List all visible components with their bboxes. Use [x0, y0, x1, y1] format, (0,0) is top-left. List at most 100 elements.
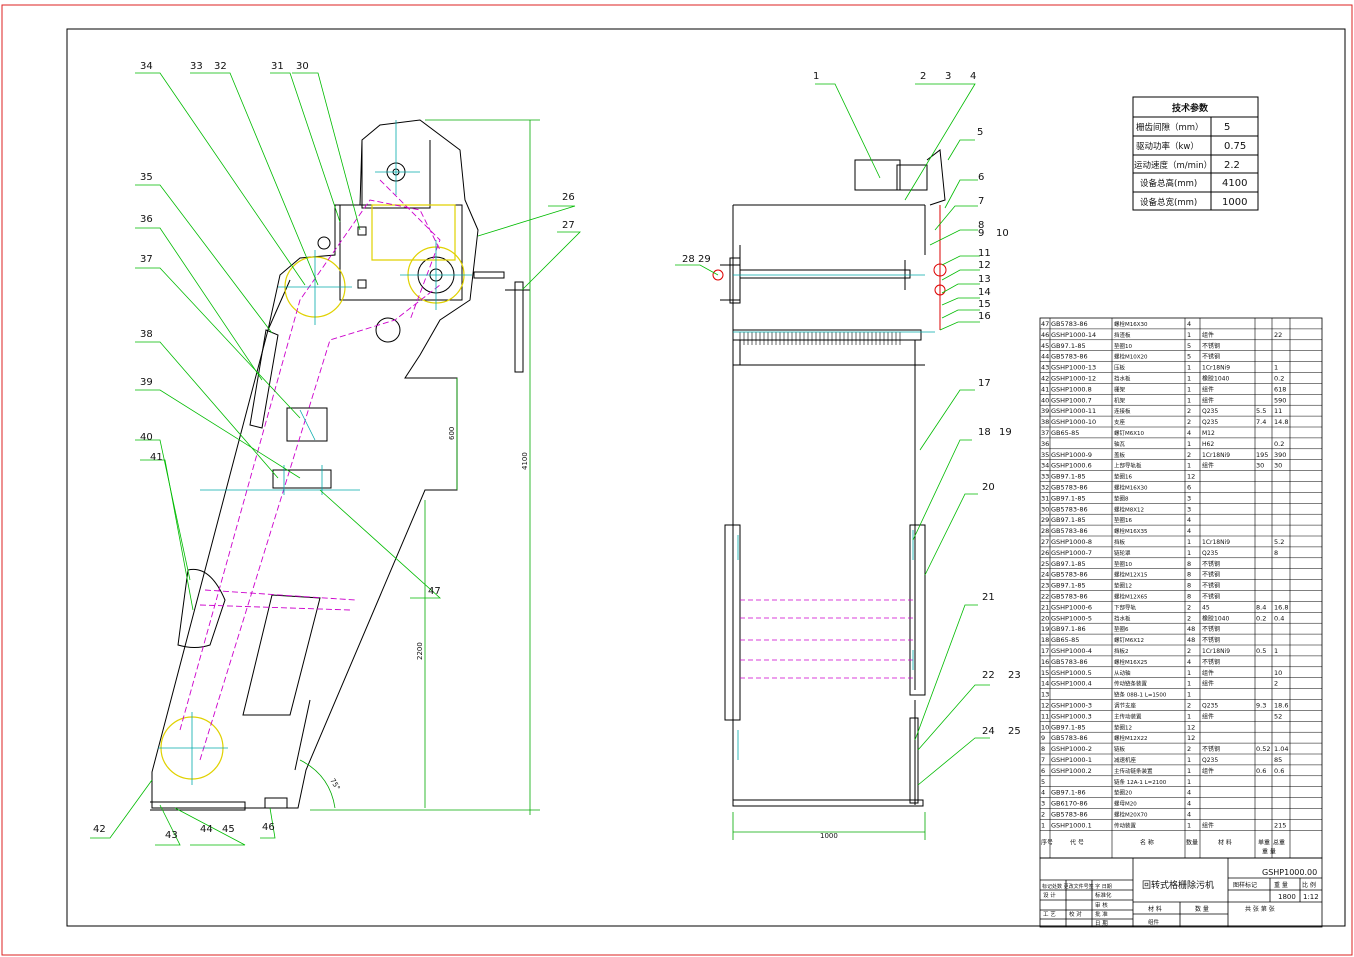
- bom-cell-qty: 4: [1187, 658, 1191, 666]
- bom-cell-code: GSHP1000.6: [1051, 462, 1092, 470]
- balloon-24: 24: [982, 726, 995, 737]
- count-label: 数 量: [1195, 905, 1209, 913]
- balloon-30: 30: [296, 61, 309, 72]
- tech-params-title: 技术参数: [1172, 102, 1209, 114]
- bom-cell-code: GB5783-86: [1051, 658, 1088, 666]
- balloon-38: 38: [140, 329, 153, 340]
- bom-cell-no: 4: [1041, 789, 1045, 797]
- tech-value-2: 2.2: [1224, 160, 1240, 171]
- balloon-33: 33: [190, 61, 203, 72]
- bom-cell-qty: 4: [1187, 800, 1191, 808]
- bom-cell-name: 螺栓M12X65: [1114, 593, 1148, 601]
- bom-cell-name: 链条 08B-1 L=1500: [1114, 691, 1167, 699]
- tech-value-3: 4100: [1222, 178, 1247, 189]
- bom-cell-name: 链条 12A-1 L=2100: [1114, 778, 1167, 786]
- bom-cell-name: 挡板2: [1114, 647, 1129, 655]
- balloon-13: 13: [978, 274, 991, 285]
- bom-cell-name: 垫圈8: [1114, 494, 1129, 502]
- bom-cell-qty: 1: [1187, 440, 1191, 448]
- bom-cell-no: 17: [1041, 647, 1049, 655]
- bom-cell-no: 24: [1041, 571, 1049, 579]
- bom-cell-qty: 12: [1187, 473, 1195, 481]
- bom-cell-qty: 1: [1187, 375, 1191, 383]
- tech-label-1: 驱动功率（kw）: [1136, 141, 1199, 152]
- balloon-9: 9: [978, 228, 984, 239]
- bom-cell-code: GSHP1000-11: [1051, 407, 1096, 415]
- bom-cell-total: 0.2: [1274, 440, 1284, 448]
- balloon-7: 7: [978, 196, 984, 207]
- bom-cell-no: 42: [1041, 375, 1049, 383]
- bom-cell-name: 传动链条装置: [1114, 680, 1148, 688]
- bom-cell-unit: 0.5: [1256, 647, 1266, 655]
- bom-cell-name: 挡渣板: [1114, 331, 1131, 339]
- bom-header-qty: 数量: [1186, 838, 1198, 846]
- bom-cell-mat: Q235: [1202, 408, 1218, 415]
- balloon-35: 35: [140, 172, 153, 183]
- material-label: 材 料: [1148, 905, 1162, 913]
- bom-cell-qty: 2: [1187, 647, 1191, 655]
- balloon-45: 45: [222, 824, 235, 835]
- bom-cell-name: 螺栓M16X30: [1114, 320, 1148, 328]
- bom-cell-name: 螺钉M6X10: [1114, 429, 1145, 437]
- bom-cell-mat: 45: [1202, 604, 1210, 611]
- balloon-28: 28: [682, 254, 695, 265]
- bom-cell-qty: 4: [1187, 516, 1191, 524]
- bom-cell-qty: 8: [1187, 593, 1191, 601]
- drawing-scale: 1:12: [1303, 893, 1319, 901]
- bom-cell-code: GSHP1000.4: [1051, 680, 1092, 688]
- bom-cell-total: 8: [1274, 549, 1278, 557]
- bom-cell-total: 1.04: [1274, 745, 1288, 753]
- bom-cell-unit: 0.52: [1256, 745, 1270, 753]
- bom-cell-mat: 1Cr18Ni9: [1202, 648, 1230, 655]
- bom-cell-mat: Q235: [1202, 550, 1218, 557]
- bom-cell-total: 618: [1274, 385, 1286, 393]
- balloon-42: 42: [93, 824, 106, 835]
- bom-cell-mat: 不锈钢: [1202, 636, 1220, 644]
- bom-cell-total: 11: [1274, 407, 1282, 415]
- bom-cell-no: 15: [1041, 669, 1049, 677]
- tech-params-table: 技术参数 栅齿间隙（mm） 5 驱动功率（kw） 0.75 运动速度（m/min…: [1132, 96, 1259, 211]
- bom-cell-total: 215: [1274, 821, 1286, 829]
- dim-mid-height: 600: [448, 427, 456, 440]
- bom-cell-no: 22: [1041, 593, 1049, 601]
- bom-cell-name: 螺栓M8X12: [1114, 505, 1144, 513]
- bom-cell-no: 37: [1041, 429, 1049, 437]
- front-grate-bars: [739, 332, 901, 345]
- bom-cell-mat: 不锈钢: [1202, 342, 1220, 350]
- bom-cell-code: GB97.1-85: [1051, 723, 1086, 731]
- tech-label-4: 设备总宽(mm): [1140, 197, 1197, 208]
- bom-cell-code: GSHP1000-10: [1051, 418, 1096, 426]
- bom-cell-mat: Q235: [1202, 419, 1218, 426]
- balloon-26: 26: [562, 192, 575, 203]
- bom-cell-code: GB5783-86: [1051, 353, 1088, 361]
- bom-cell-code: GB97.1-86: [1051, 625, 1086, 633]
- bom-cell-name: 垫圈10: [1114, 560, 1132, 568]
- bom-cell-name: 盖板: [1114, 451, 1126, 459]
- balloon-44: 44: [200, 824, 213, 835]
- bom-cell-no: 8: [1041, 745, 1045, 753]
- bom-cell-no: 36: [1041, 440, 1049, 448]
- bom-cell-no: 23: [1041, 582, 1049, 590]
- bom-cell-qty: 4: [1187, 789, 1191, 797]
- bom-cell-mat: 1Cr18Ni9: [1202, 365, 1230, 372]
- bom-cell-mat: 组件: [1202, 821, 1214, 829]
- bom-cell-qty: 48: [1187, 636, 1195, 644]
- bom-cell-code: GB97.1-85: [1051, 516, 1086, 524]
- bom-cell-no: 43: [1041, 364, 1049, 372]
- bom-cell-mat: 不锈钢: [1202, 353, 1220, 361]
- balloon-4: 4: [970, 71, 976, 82]
- bom-cell-qty: 1: [1187, 385, 1191, 393]
- bom-cell-code: GSHP1000-14: [1051, 331, 1096, 339]
- bom-cell-name: 垫圈12: [1114, 582, 1132, 590]
- balloon-15: 15: [978, 299, 991, 310]
- bom-cell-unit: 0.2: [1256, 614, 1266, 622]
- bom-cell-name: 连接板: [1114, 407, 1131, 415]
- bom-cell-code: GB97.1-85: [1051, 494, 1086, 502]
- balloon-6: 6: [978, 172, 984, 183]
- bom-cell-mat: 不锈钢: [1202, 625, 1220, 633]
- bom-cell-name: 压板: [1114, 364, 1126, 372]
- bom-cell-code: GSHP1000-3: [1051, 702, 1092, 710]
- sheet-count: 共 张 第 张: [1245, 905, 1275, 913]
- bom-cell-total: 18.6: [1274, 702, 1288, 710]
- bom-cell-no: 5: [1041, 778, 1045, 786]
